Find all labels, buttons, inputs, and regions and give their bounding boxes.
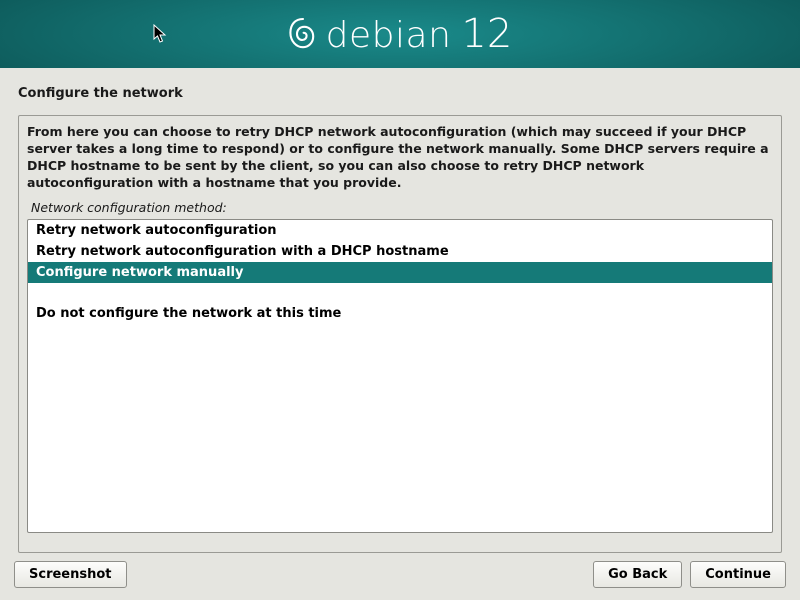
screenshot-button[interactable]: Screenshot <box>14 561 127 588</box>
prompt-label: Network configuration method: <box>27 200 773 219</box>
content-area: Configure the network From here you can … <box>0 68 800 553</box>
debian-brand: debian 12 <box>288 11 513 57</box>
debian-swirl-icon <box>288 16 318 52</box>
list-spacer <box>28 283 772 303</box>
main-panel: From here you can choose to retry DHCP n… <box>18 115 782 553</box>
continue-button[interactable]: Continue <box>690 561 786 588</box>
brand-name: debian <box>326 15 452 56</box>
network-method-listbox[interactable]: Retry network autoconfigurationRetry net… <box>27 219 773 533</box>
network-option[interactable]: Retry network autoconfiguration with a D… <box>28 241 772 262</box>
brand-version: 12 <box>461 11 512 57</box>
network-option[interactable]: Retry network autoconfiguration <box>28 220 772 241</box>
description-text: From here you can choose to retry DHCP n… <box>27 124 773 200</box>
go-back-button[interactable]: Go Back <box>593 561 682 588</box>
installer-header: debian 12 <box>0 0 800 68</box>
page-title: Configure the network <box>18 86 782 101</box>
footer-bar: Screenshot Go Back Continue <box>14 561 786 588</box>
network-option[interactable]: Do not configure the network at this tim… <box>28 303 772 324</box>
network-option[interactable]: Configure network manually <box>28 262 772 283</box>
